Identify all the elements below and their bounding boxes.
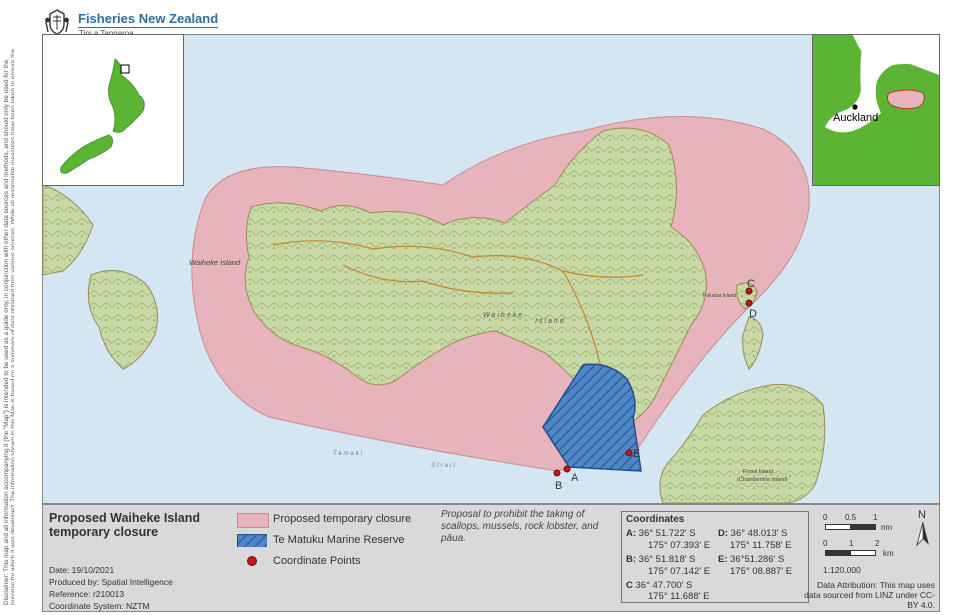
coordinates-box: Coordinates A: 36° 51.722' S 175° 07.393… <box>621 511 809 603</box>
title-block: Proposed Waiheke Island temporary closur… <box>47 509 227 611</box>
north-arrow-icon <box>916 521 929 547</box>
map-date: Date: 19/10/2021 <box>49 565 115 575</box>
coord-e-lon: 175° 08.887' E <box>730 566 793 577</box>
coord-d-lon: 175° 11.758' E <box>730 540 792 551</box>
legend-panel: Proposed Waiheke Island temporary closur… <box>42 504 940 612</box>
coordinate-point-e <box>625 449 633 457</box>
coord-e-lat: E: 36°51.286' S <box>718 554 785 565</box>
point-label-e: E <box>633 448 640 460</box>
coord-c-lon: 175° 11.688' E <box>648 591 710 602</box>
coord-c-lat: C 36° 47.700' S <box>626 580 693 591</box>
ponui-label: Ponui Island <box>743 469 773 475</box>
ponui-sublabel: (Chamberlins Island) <box>737 477 788 483</box>
coord-b-lat: B: 36° 51.818' S <box>626 554 696 565</box>
legend-swatch-coordinate-points <box>247 556 257 566</box>
coord-a-lon: 175° 07.393' E <box>648 540 711 551</box>
coordinate-system: Coordinate System: NZTM <box>49 601 150 611</box>
scale-bar-km <box>825 550 876 556</box>
coordinate-point-d <box>745 299 753 307</box>
island-label-centre: Island <box>535 318 566 325</box>
study-area-marker <box>120 64 130 74</box>
scale-km-tick-2: 2 <box>875 539 880 548</box>
waiheke-island-label: Waiheke Island <box>189 258 241 267</box>
scale-km-unit: km <box>883 549 894 558</box>
legend-label-coordinate-points: Coordinate Points <box>273 555 361 567</box>
coord-a-lat: A: 36° 51.722' S <box>626 528 696 539</box>
scale-bar-nm <box>825 524 876 530</box>
scale-km-tick-1: 1 <box>849 539 854 548</box>
map-title: Proposed Waiheke Island temporary closur… <box>49 511 200 539</box>
north-arrow: N <box>913 509 933 549</box>
proposal-text: Proposal to prohibit the taking of scall… <box>441 509 599 544</box>
point-label-c: C <box>747 278 755 290</box>
north-label: N <box>918 509 926 521</box>
coordinate-point-b <box>553 469 561 477</box>
north-island-shape <box>108 58 145 133</box>
waiheke-label-centre: Waiheke <box>483 312 524 319</box>
point-label-b: B <box>555 480 562 492</box>
coordinates-title: Coordinates <box>626 514 685 525</box>
org-name: Fisheries New Zealand <box>78 11 219 28</box>
scale-nm-tick-1: 0.5 <box>845 513 857 522</box>
scale-km-tick-0: 0 <box>823 539 828 548</box>
scale-nm-tick-0: 0 <box>823 513 828 522</box>
produced-by: Produced by: Spatial Intelligence <box>49 577 173 587</box>
legend-swatch-marine-reserve <box>237 534 267 547</box>
south-island-shape <box>60 134 113 174</box>
strait-label-1: Tamaki <box>333 451 364 457</box>
scale-nm-tick-2: 1 <box>873 513 878 522</box>
coordinate-point-a <box>563 465 571 473</box>
legend-swatch-closure <box>237 513 269 528</box>
auckland-label: Auckland <box>833 112 878 124</box>
auckland-inset-map: Auckland <box>812 34 940 186</box>
data-attribution: Data Attribution: This map uses data sou… <box>804 580 935 610</box>
new-zealand-inset-map <box>42 34 184 186</box>
scale-nm-unit: nm <box>881 523 893 532</box>
strait-label-2: Strait <box>431 463 457 469</box>
coord-d-lat: D: 36° 48.013' S <box>718 528 788 539</box>
map-reference: Reference: r210013 <box>49 589 125 599</box>
auckland-city-point <box>852 104 858 110</box>
coord-b-lon: 175° 07.142' E <box>648 566 711 577</box>
disclaimer-text: Disclaimer: This map and all information… <box>3 48 14 605</box>
point-label-a: A <box>571 472 579 484</box>
disclaimer-text-panel: Disclaimer: This map and all information… <box>0 40 14 610</box>
legend-label-closure: Proposed temporary closure <box>273 513 412 525</box>
pakatoa-label: Pakatoa Island <box>703 293 736 299</box>
point-label-d: D <box>749 308 757 320</box>
waiheke-closure-inset <box>887 89 925 109</box>
scale-ratio: 1:120,000 <box>823 565 861 575</box>
nz-coat-of-arms-icon <box>45 9 69 36</box>
legend-label-marine-reserve: Te Matuku Marine Reserve <box>273 534 405 546</box>
